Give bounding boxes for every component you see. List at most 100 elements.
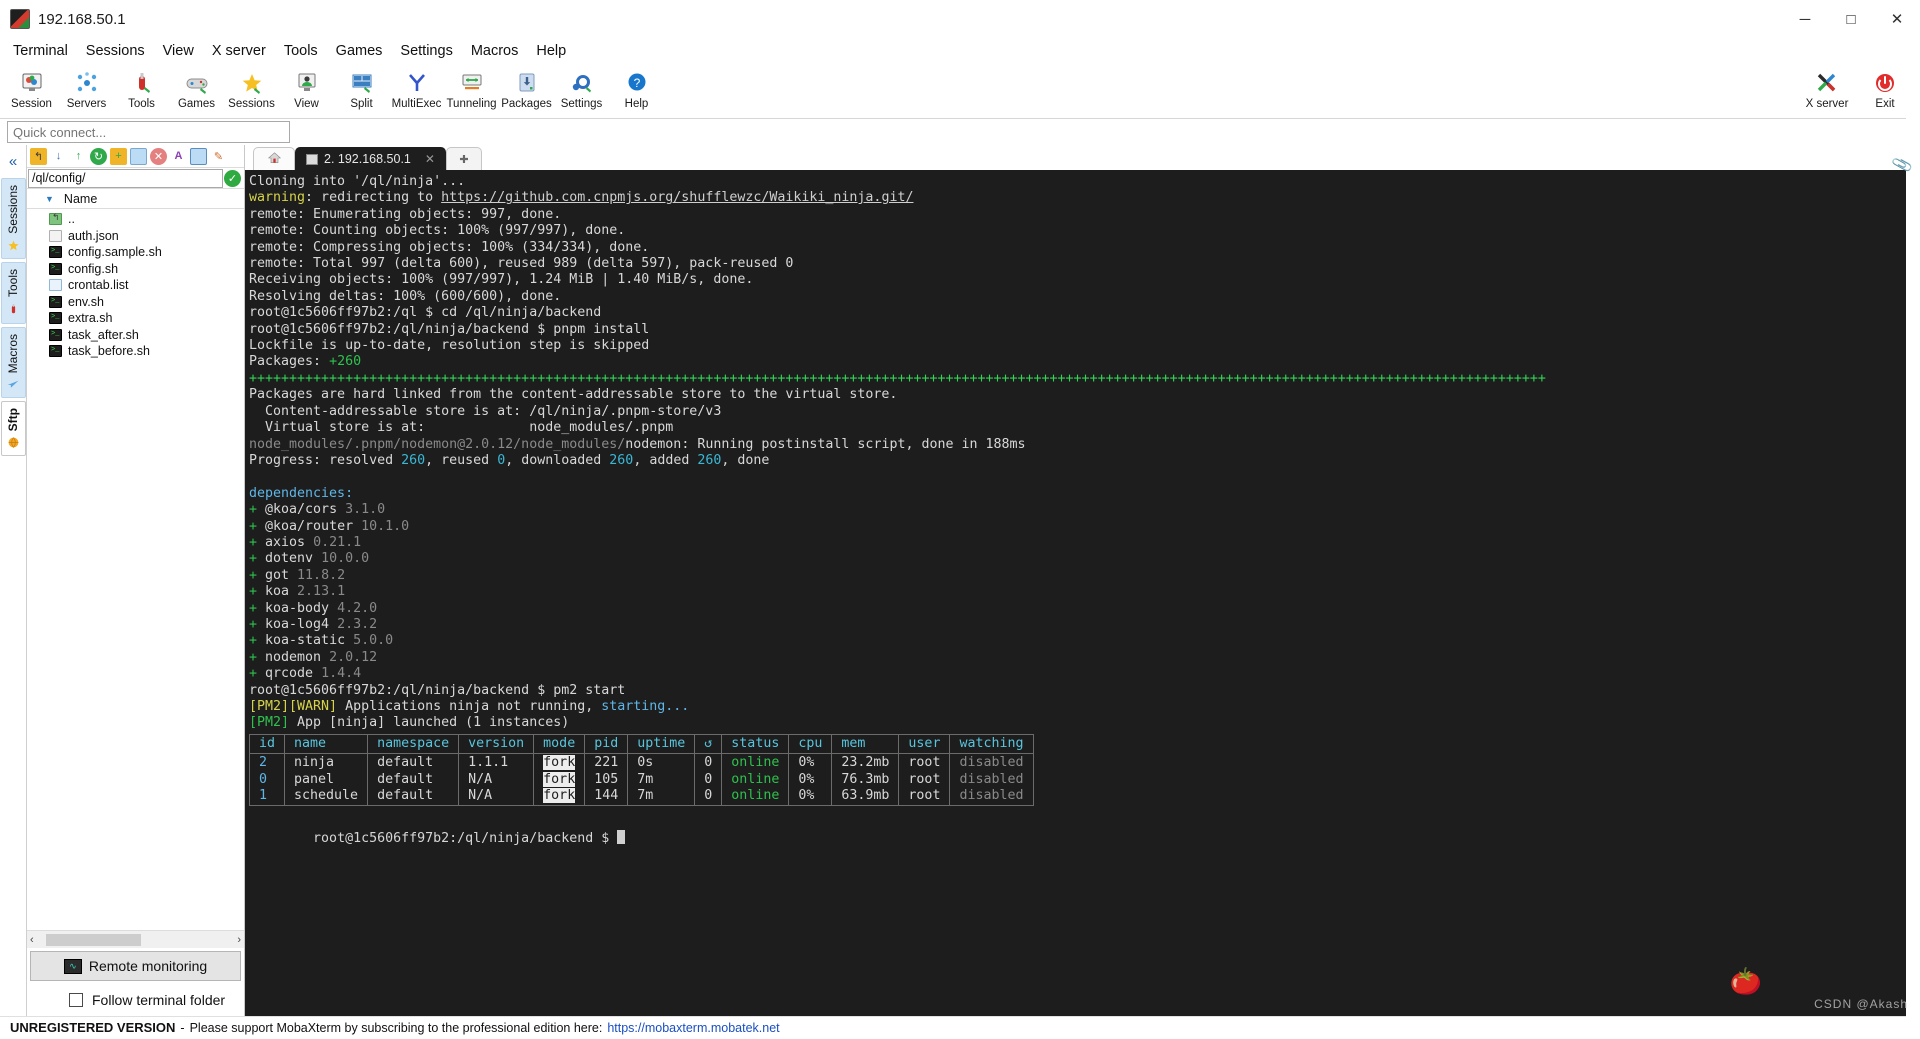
delete-icon[interactable]: ✕ <box>150 148 167 165</box>
parent-folder-icon[interactable]: ↰ <box>30 148 47 165</box>
list-item[interactable]: auth.json <box>27 228 244 245</box>
terminal-line: Content-addressable store is at: /ql/nin… <box>249 404 1920 420</box>
toolbar-multiexec-button[interactable]: MultiExec <box>389 67 444 110</box>
list-item[interactable]: config.sh <box>27 261 244 278</box>
terminal-output[interactable]: Cloning into '/ql/ninja'...warning: redi… <box>245 170 1920 1016</box>
maximize-button[interactable]: □ <box>1828 0 1874 38</box>
menu-games[interactable]: Games <box>327 40 392 62</box>
remote-monitoring-button[interactable]: ∿ Remote monitoring <box>30 951 241 981</box>
sidebar-tab-sftp-label: Sftp <box>6 406 20 433</box>
follow-terminal-folder-row[interactable]: Follow terminal folder <box>27 984 244 1016</box>
status-bar: UNREGISTERED VERSION - Please support Mo… <box>0 1016 1920 1038</box>
table-cell: 23.2mb76.3mb63.9mb <box>832 754 899 806</box>
status-separator: - <box>180 1021 184 1035</box>
refresh-icon[interactable]: ↻ <box>90 148 107 165</box>
sftp-column-header[interactable]: ▼ Name <box>27 189 244 209</box>
sftp-path-ok-icon[interactable]: ✓ <box>224 170 241 187</box>
sftp-file-list[interactable]: .. auth.json config.sample.sh config.sh … <box>27 209 244 930</box>
file-name: config.sh <box>68 262 118 276</box>
help-icon: ? <box>625 70 649 96</box>
toolbar-xserver-button[interactable]: X server <box>1798 67 1856 110</box>
main-toolbar: Session Servers Tools Games Sessions Vie… <box>0 64 1920 119</box>
list-item[interactable]: task_after.sh <box>27 327 244 344</box>
status-link[interactable]: https://mobaxterm.mobatek.net <box>607 1021 779 1035</box>
menu-help[interactable]: Help <box>527 40 575 62</box>
terminal-line: + dotenv 10.0.0 <box>249 551 1920 567</box>
toolbar-settings-label: Settings <box>561 98 603 110</box>
table-header-cell: version <box>459 734 534 753</box>
upload-icon[interactable]: ↑ <box>70 148 87 165</box>
edit-icon[interactable]: ✎ <box>210 148 227 165</box>
follow-terminal-folder-checkbox[interactable] <box>69 993 83 1007</box>
open-terminal-icon[interactable] <box>190 148 207 165</box>
menu-sessions[interactable]: Sessions <box>77 40 154 62</box>
toolbar-tunneling-button[interactable]: Tunneling <box>444 67 499 110</box>
close-icon[interactable]: ✕ <box>425 152 435 166</box>
toolbar-tools-button[interactable]: Tools <box>114 67 169 110</box>
table-cell: 000 <box>695 754 722 806</box>
menu-tools[interactable]: Tools <box>275 40 327 62</box>
list-item[interactable]: .. <box>27 211 244 228</box>
scroll-track[interactable] <box>34 934 238 946</box>
list-item[interactable]: env.sh <box>27 294 244 311</box>
multiexec-icon <box>405 70 429 96</box>
sidebar-tab-tools[interactable]: Tools <box>1 262 26 324</box>
download-icon[interactable]: ↓ <box>50 148 67 165</box>
scroll-right-arrow-icon[interactable]: › <box>237 934 241 946</box>
terminal-line: root@1c5606ff97b2:/ql/ninja/backend $ pn… <box>249 322 1920 338</box>
minimize-button[interactable]: ─ <box>1782 0 1828 38</box>
terminal-line: Packages: +260 <box>249 354 1920 370</box>
list-item[interactable]: config.sample.sh <box>27 244 244 261</box>
monitor-graph-icon: ∿ <box>64 959 82 974</box>
list-item[interactable]: crontab.list <box>27 277 244 294</box>
sftp-path-input[interactable] <box>28 169 223 188</box>
sidebar-tab-macros[interactable]: Macros <box>1 327 26 398</box>
toolbar-split-button[interactable]: Split <box>334 67 389 110</box>
new-folder-icon[interactable]: + <box>110 148 127 165</box>
file-name: crontab.list <box>68 278 128 292</box>
collapse-sidebar-button[interactable]: « <box>9 153 17 170</box>
menu-terminal[interactable]: Terminal <box>4 40 77 62</box>
table-cell: rootrootroot <box>899 754 950 806</box>
knife-icon <box>7 302 20 319</box>
toolbar-packages-label: Packages <box>501 98 552 110</box>
sort-arrow-icon[interactable]: ▼ <box>45 194 54 204</box>
pm2-process-table: idnamenamespaceversionmodepiduptime↺stat… <box>249 734 1034 807</box>
list-item[interactable]: extra.sh <box>27 310 244 327</box>
terminal-tab-session[interactable]: 2. 192.168.50.1 ✕ <box>295 147 446 170</box>
sidebar-tab-sftp[interactable]: Sftp <box>1 401 26 456</box>
shell-file-icon <box>49 312 62 324</box>
session-icon <box>20 70 44 96</box>
new-tab-button[interactable]: ✚ <box>446 147 482 170</box>
toolbar-servers-button[interactable]: Servers <box>59 67 114 110</box>
toolbar-sessions-button[interactable]: Sessions <box>224 67 279 110</box>
toolbar-help-button[interactable]: ? Help <box>609 67 664 110</box>
terminal-line: + qrcode 1.4.4 <box>249 666 1920 682</box>
scroll-thumb[interactable] <box>46 934 141 946</box>
menu-macros[interactable]: Macros <box>462 40 528 62</box>
table-cell: 1.1.1N/AN/A <box>459 754 534 806</box>
home-tab[interactable] <box>253 147 295 170</box>
menu-view[interactable]: View <box>154 40 203 62</box>
sidebar-tab-sessions-label: Sessions <box>6 183 20 236</box>
close-button[interactable]: ✕ <box>1874 0 1920 38</box>
toolbar-session-button[interactable]: Session <box>4 67 59 110</box>
sftp-horizontal-scrollbar[interactable]: ‹ › <box>27 930 244 948</box>
list-item[interactable]: task_before.sh <box>27 343 244 360</box>
file-name: task_before.sh <box>68 344 150 358</box>
tools-icon <box>130 70 154 96</box>
terminal-line: remote: Compressing objects: 100% (334/3… <box>249 240 1920 256</box>
sidebar-tab-sessions[interactable]: Sessions <box>1 178 26 259</box>
terminal-line: + koa-static 5.0.0 <box>249 633 1920 649</box>
text-mode-icon[interactable]: A <box>170 148 187 165</box>
toolbar-games-button[interactable]: Games <box>169 67 224 110</box>
menu-xserver[interactable]: X server <box>203 40 275 62</box>
quick-connect-input[interactable] <box>7 121 290 143</box>
new-file-icon[interactable] <box>130 148 147 165</box>
follow-terminal-folder-label: Follow terminal folder <box>92 992 225 1008</box>
toolbar-packages-button[interactable]: Packages <box>499 67 554 110</box>
toolbar-settings-button[interactable]: Settings <box>554 67 609 110</box>
menu-settings[interactable]: Settings <box>391 40 461 62</box>
toolbar-view-button[interactable]: View <box>279 67 334 110</box>
table-header-cell: ↺ <box>695 734 722 753</box>
